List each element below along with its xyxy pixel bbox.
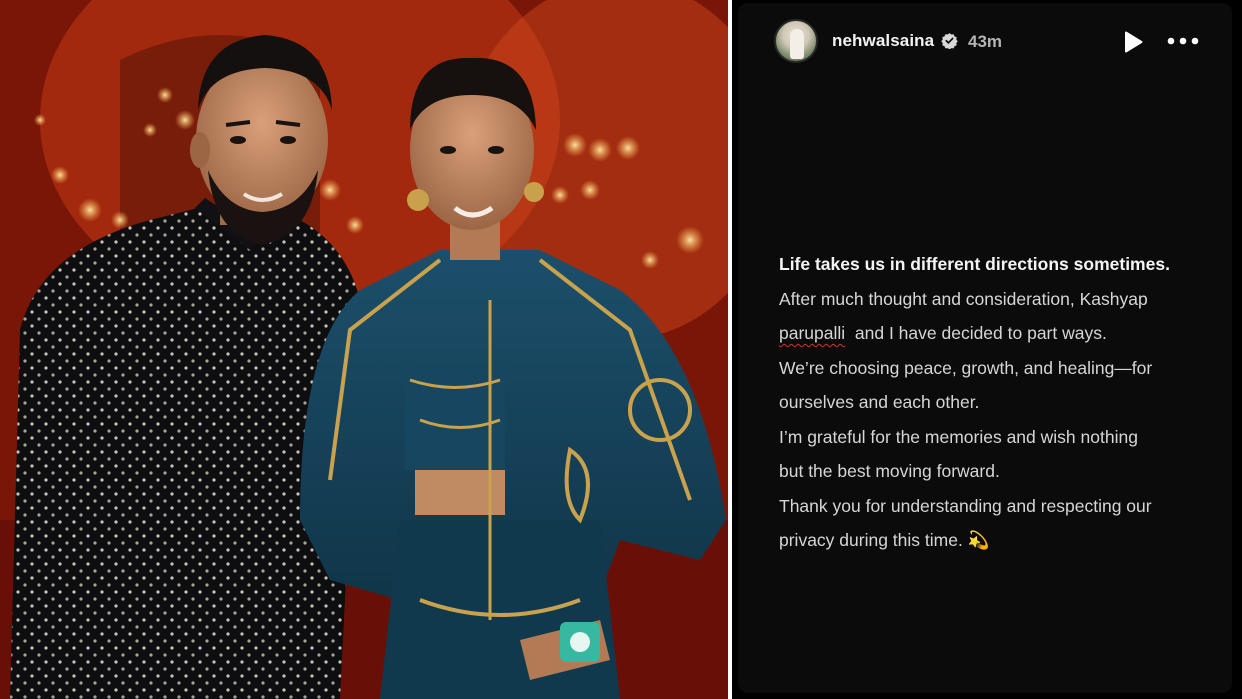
more-options-icon[interactable]	[1166, 31, 1200, 51]
message-line-3-rest: and I have decided to part ways.	[845, 323, 1107, 343]
dizzy-emoji-icon: 💫	[967, 530, 990, 550]
couple-photo	[0, 0, 728, 699]
profile-avatar[interactable]	[774, 19, 818, 63]
message-line-9: privacy during this time. 💫	[779, 523, 1219, 558]
message-line-6: I’m grateful for the memories and wish n…	[779, 426, 1138, 447]
misspelled-name: parupalli	[779, 323, 846, 343]
avatar-figure	[790, 29, 804, 59]
message-line-2: After much thought and consideration, Ka…	[779, 288, 1148, 309]
story-card: nehwalsaina 43m Life takes us in differe…	[738, 3, 1232, 693]
instagram-story: nehwalsaina 43m Life takes us in differe…	[732, 0, 1242, 699]
story-timestamp: 43m	[968, 32, 1003, 51]
message-line-5: ourselves and each other.	[779, 392, 980, 412]
message-line-4: We’re choosing peace, growth, and healin…	[779, 357, 1153, 378]
verified-badge-icon	[941, 33, 958, 49]
message-line-8: Thank you for understanding and respecti…	[779, 495, 1152, 516]
story-message: Life takes us in different directions so…	[779, 247, 1219, 558]
message-line-9-text: privacy during this time.	[779, 530, 963, 550]
play-icon[interactable]	[1122, 30, 1144, 54]
couple-photo-illustration	[0, 0, 728, 699]
message-line-3: parupalli and I have decided to part way…	[779, 316, 1219, 351]
story-username[interactable]: nehwalsaina	[832, 31, 934, 51]
story-header: nehwalsaina 43m	[738, 3, 1232, 81]
message-line-7: but the best moving forward.	[779, 461, 1000, 481]
message-line-1: Life takes us in different directions so…	[779, 254, 1170, 274]
